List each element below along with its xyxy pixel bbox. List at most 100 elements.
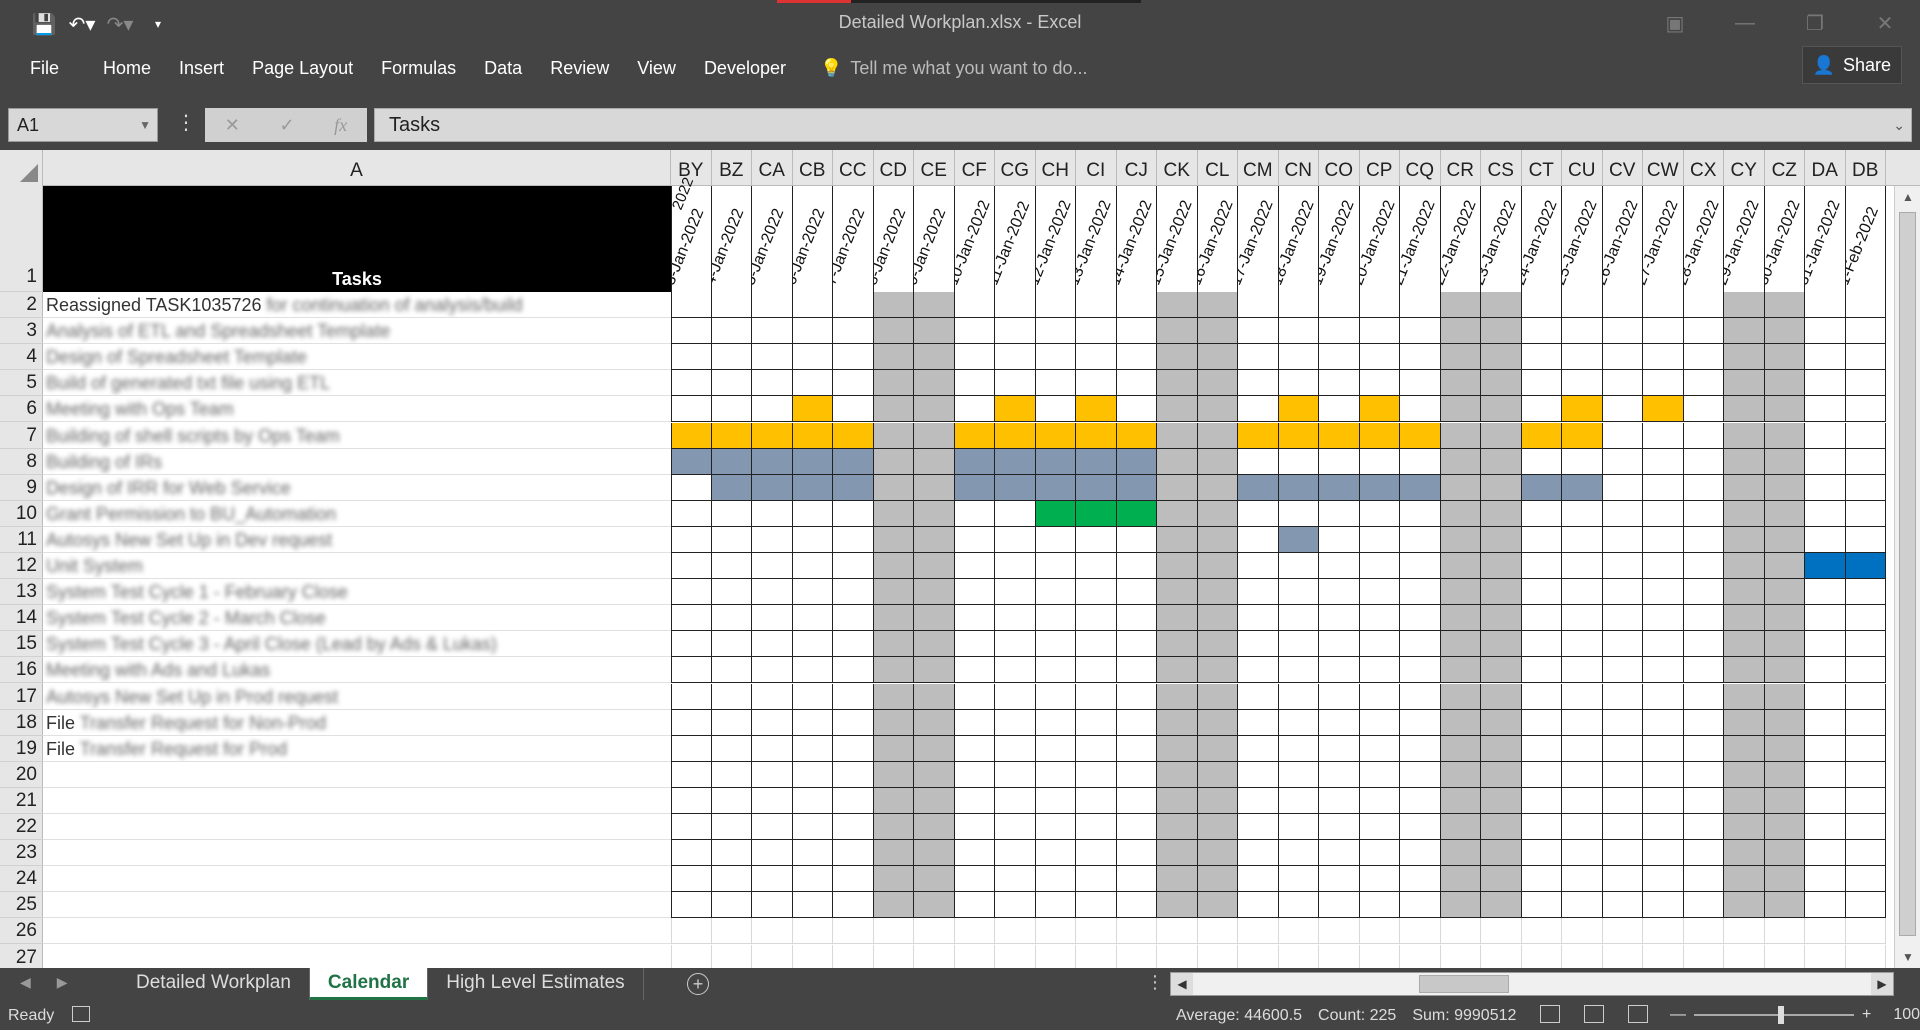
calendar-cell[interactable] bbox=[1764, 553, 1805, 580]
row-header[interactable]: 16 bbox=[0, 657, 43, 684]
calendar-cell[interactable] bbox=[1197, 370, 1238, 397]
calendar-cell[interactable] bbox=[1481, 292, 1522, 319]
calendar-cell[interactable] bbox=[995, 866, 1036, 893]
calendar-cell[interactable] bbox=[1481, 318, 1522, 345]
calendar-cell[interactable] bbox=[1036, 944, 1076, 968]
task-cell[interactable]: Unit System bbox=[43, 553, 671, 580]
calendar-cell[interactable] bbox=[1683, 787, 1724, 814]
calendar-cell[interactable] bbox=[1845, 683, 1886, 710]
calendar-cell[interactable] bbox=[1602, 814, 1643, 841]
gantt-bar-orange[interactable] bbox=[671, 422, 712, 449]
calendar-cell[interactable] bbox=[1035, 814, 1076, 841]
calendar-cell[interactable] bbox=[1724, 422, 1765, 449]
calendar-cell[interactable] bbox=[1035, 631, 1076, 658]
calendar-cell[interactable] bbox=[833, 944, 874, 968]
calendar-cell[interactable] bbox=[752, 840, 793, 867]
calendar-cell[interactable] bbox=[1805, 787, 1846, 814]
calendar-cell[interactable] bbox=[1238, 683, 1279, 710]
calendar-cell[interactable] bbox=[711, 526, 752, 553]
calendar-cell[interactable] bbox=[1764, 866, 1805, 893]
calendar-cell[interactable] bbox=[711, 735, 752, 762]
column-header[interactable]: CX bbox=[1684, 150, 1724, 186]
scroll-right-icon[interactable]: ▶ bbox=[1871, 973, 1893, 995]
calendar-cell[interactable] bbox=[1197, 344, 1238, 371]
normal-view-icon[interactable] bbox=[1540, 1005, 1560, 1023]
calendar-cell[interactable] bbox=[1157, 448, 1198, 475]
calendar-cell[interactable] bbox=[752, 761, 793, 788]
calendar-cell[interactable] bbox=[833, 370, 874, 397]
row-header[interactable]: 6 bbox=[0, 396, 43, 423]
gantt-bar-orange[interactable] bbox=[995, 396, 1036, 423]
calendar-cell[interactable] bbox=[1562, 944, 1603, 968]
calendar-cell[interactable] bbox=[1076, 918, 1117, 945]
calendar-cell[interactable] bbox=[1481, 840, 1522, 867]
calendar-cell[interactable] bbox=[1400, 344, 1441, 371]
gantt-bar-slate[interactable] bbox=[792, 448, 833, 475]
calendar-cell[interactable] bbox=[1724, 292, 1765, 319]
calendar-cell[interactable] bbox=[1562, 579, 1603, 606]
gantt-bar-orange[interactable] bbox=[752, 422, 793, 449]
calendar-cell[interactable] bbox=[1562, 605, 1603, 632]
calendar-cell[interactable] bbox=[1683, 474, 1724, 501]
calendar-cell[interactable] bbox=[1359, 318, 1400, 345]
calendar-cell[interactable] bbox=[914, 553, 955, 580]
column-header[interactable]: CN bbox=[1279, 150, 1319, 186]
column-header[interactable]: CZ bbox=[1765, 150, 1805, 186]
calendar-cell[interactable] bbox=[1400, 370, 1441, 397]
gantt-bar-slate[interactable] bbox=[995, 448, 1036, 475]
calendar-cell[interactable] bbox=[1157, 553, 1198, 580]
calendar-cell[interactable] bbox=[1359, 657, 1400, 684]
task-cell[interactable] bbox=[43, 762, 671, 788]
calendar-cell[interactable] bbox=[1724, 657, 1765, 684]
calendar-cell[interactable] bbox=[1157, 579, 1198, 606]
calendar-cell[interactable] bbox=[792, 526, 833, 553]
task-cell[interactable]: Build of generated txt file using ETL bbox=[43, 370, 671, 397]
sheet-tab-high-level-estimates[interactable]: High Level Estimates bbox=[428, 968, 644, 1000]
calendar-cell[interactable] bbox=[1157, 840, 1198, 867]
calendar-cell[interactable] bbox=[752, 344, 793, 371]
calendar-cell[interactable] bbox=[1197, 657, 1238, 684]
calendar-cell[interactable] bbox=[1845, 526, 1886, 553]
calendar-cell[interactable] bbox=[873, 709, 914, 736]
calendar-cell[interactable] bbox=[1238, 631, 1279, 658]
calendar-cell[interactable] bbox=[1440, 292, 1481, 319]
row-header[interactable]: 5 bbox=[0, 370, 43, 397]
calendar-cell[interactable] bbox=[1035, 396, 1076, 423]
column-header[interactable]: CG bbox=[995, 150, 1036, 186]
date-header-cell[interactable]: 16-Jan-2022 bbox=[1197, 186, 1238, 292]
calendar-cell[interactable] bbox=[1481, 918, 1522, 945]
calendar-cell[interactable] bbox=[1845, 344, 1886, 371]
zoom-slider[interactable] bbox=[1694, 1006, 1854, 1024]
calendar-cell[interactable] bbox=[873, 735, 914, 762]
chevron-down-icon[interactable]: ▼ bbox=[139, 109, 151, 141]
calendar-cell[interactable] bbox=[833, 553, 874, 580]
calendar-cell[interactable] bbox=[1238, 344, 1279, 371]
gantt-bar-orange[interactable] bbox=[833, 422, 874, 449]
calendar-cell[interactable] bbox=[1116, 683, 1157, 710]
calendar-cell[interactable] bbox=[1197, 892, 1238, 919]
calendar-cell[interactable] bbox=[1197, 448, 1238, 475]
calendar-cell[interactable] bbox=[954, 787, 995, 814]
gantt-bar-orange[interactable] bbox=[1359, 396, 1400, 423]
calendar-cell[interactable] bbox=[1643, 605, 1684, 632]
row-header[interactable]: 22 bbox=[0, 814, 43, 841]
split-handle-icon[interactable]: ⋮ bbox=[1146, 972, 1164, 993]
calendar-cell[interactable] bbox=[1319, 318, 1360, 345]
calendar-cell[interactable] bbox=[1521, 396, 1562, 423]
calendar-cell[interactable] bbox=[752, 735, 793, 762]
calendar-cell[interactable] bbox=[1845, 735, 1886, 762]
calendar-cell[interactable] bbox=[752, 944, 793, 968]
calendar-cell[interactable] bbox=[1400, 318, 1441, 345]
calendar-cell[interactable] bbox=[1440, 474, 1481, 501]
calendar-cell[interactable] bbox=[1360, 944, 1400, 968]
calendar-cell[interactable] bbox=[1238, 396, 1279, 423]
calendar-cell[interactable] bbox=[1400, 892, 1441, 919]
calendar-cell[interactable] bbox=[1238, 735, 1279, 762]
calendar-cell[interactable] bbox=[1238, 526, 1279, 553]
calendar-cell[interactable] bbox=[1440, 866, 1481, 893]
calendar-cell[interactable] bbox=[1481, 370, 1522, 397]
calendar-cell[interactable] bbox=[995, 761, 1036, 788]
column-header[interactable]: CW bbox=[1643, 150, 1684, 186]
gantt-bar-orange[interactable] bbox=[1359, 422, 1400, 449]
calendar-cell[interactable] bbox=[1764, 814, 1805, 841]
